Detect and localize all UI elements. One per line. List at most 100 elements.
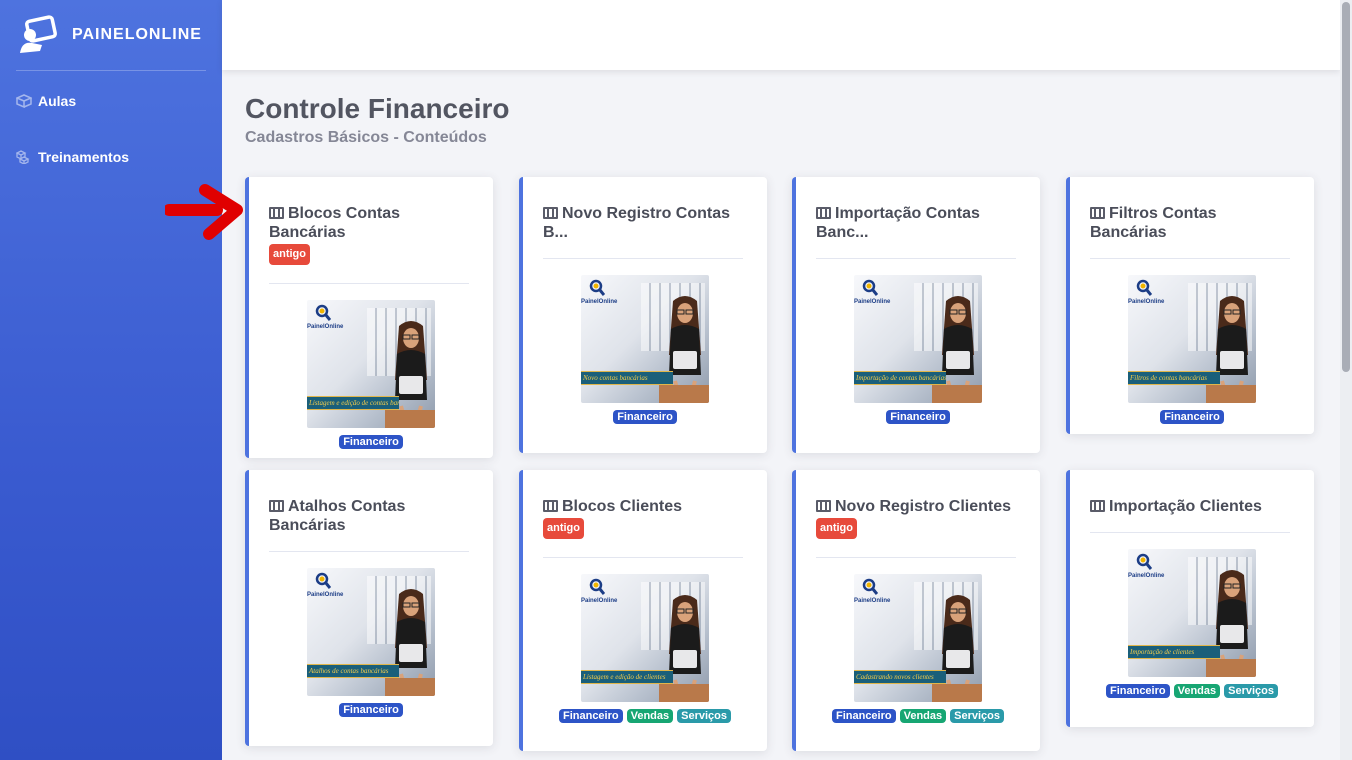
card-title: Blocos Contas Bancárias antigo xyxy=(269,204,473,265)
thumbnail-brand: PainelOnline xyxy=(581,299,618,305)
card-title: Novo Registro Contas B... xyxy=(543,204,747,242)
scroll-thumb[interactable] xyxy=(1342,2,1350,372)
badge-antigo: antigo xyxy=(269,244,310,265)
tag-servicos[interactable]: Serviços xyxy=(1224,684,1279,698)
thumbnail-banner: Importação de clientes xyxy=(1128,645,1220,659)
card-tags: Financeiro xyxy=(796,410,1040,424)
card-thumbnail[interactable]: PainelOnline Listagem e edição de contas… xyxy=(307,300,435,428)
brand-link[interactable]: PAINELONLINE xyxy=(0,0,222,70)
thumbnail-banner-text: Cadastrando novos clientes xyxy=(856,673,934,681)
card-title-text: Novo Registro Contas B... xyxy=(543,205,731,241)
card-divider xyxy=(543,258,743,259)
thumbnail-banner-text: Importação de clientes xyxy=(1130,648,1195,656)
thumbnail-banner: Listagem e edição de contas bancárias xyxy=(307,396,399,410)
sidebar-item-label: Aulas xyxy=(38,93,77,109)
card-thumbnail[interactable]: PainelOnline Novo contas bancárias xyxy=(581,275,709,403)
topbar xyxy=(222,0,1340,70)
thumbnail-banner: Listagem e edição de clientes xyxy=(581,670,673,684)
content-card[interactable]: Importação Clientes PainelOnline Importa… xyxy=(1066,470,1314,727)
thumbnail-banner-text: Listagem e edição de contas bancárias xyxy=(309,399,399,407)
card-title-text: Novo Registro Clientes xyxy=(835,498,1012,515)
thumbnail-banner-text: Novo contas bancárias xyxy=(583,374,648,382)
card-divider xyxy=(816,557,1016,558)
card-title-text: Importação Contas Banc... xyxy=(816,205,980,241)
card-title: Atalhos Contas Bancárias xyxy=(269,497,473,535)
content-card[interactable]: Atalhos Contas Bancárias PainelOnline At… xyxy=(245,470,493,746)
tag-financeiro[interactable]: Financeiro xyxy=(886,410,950,424)
content-card[interactable]: Blocos Clientes antigo PainelOnline List… xyxy=(519,470,767,751)
card-tags: Financeiro xyxy=(523,410,767,424)
card-tags: Financeiro Vendas Serviços xyxy=(1070,684,1314,698)
scrollbar[interactable] xyxy=(1340,0,1352,760)
card-tags: Financeiro xyxy=(249,435,493,449)
content-card[interactable]: Importação Contas Banc... PainelOnline I… xyxy=(792,177,1040,453)
tag-financeiro[interactable]: Financeiro xyxy=(831,709,896,723)
thumbnail-brand: PainelOnline xyxy=(307,324,344,330)
tag-financeiro[interactable]: Financeiro xyxy=(339,703,403,717)
thumbnail-banner: Novo contas bancárias xyxy=(581,371,673,385)
card-title-text: Importação Clientes xyxy=(1109,498,1262,515)
brand-name: PAINELONLINE xyxy=(72,26,202,43)
sidebar-item-aulas[interactable]: Aulas xyxy=(0,73,222,129)
thumbnail-brand: PainelOnline xyxy=(581,598,618,604)
film-icon xyxy=(269,500,284,512)
brand-logo-icon xyxy=(20,15,57,53)
card-thumbnail[interactable]: PainelOnline Importação de contas bancár… xyxy=(854,275,982,403)
cubes-icon xyxy=(16,150,30,164)
magnifier-logo-icon xyxy=(589,279,605,296)
tag-servicos[interactable]: Serviços xyxy=(677,709,732,723)
badge-antigo: antigo xyxy=(543,518,584,539)
card-thumbnail[interactable]: PainelOnline Importação de clientes xyxy=(1128,549,1256,677)
content-card[interactable]: Blocos Contas Bancárias antigo PainelOnl… xyxy=(245,177,493,458)
film-icon xyxy=(1090,500,1105,512)
card-divider xyxy=(816,258,1016,259)
thumbnail-banner-text: Importação de contas bancárias xyxy=(856,374,946,382)
card-tags: Financeiro xyxy=(249,703,493,717)
red-arrow-annotation xyxy=(165,184,243,240)
thumbnail-banner-text: Atalhos de contas bancárias xyxy=(309,667,389,675)
film-icon xyxy=(543,207,558,219)
card-divider xyxy=(269,283,469,284)
tag-financeiro[interactable]: Financeiro xyxy=(1105,684,1170,698)
film-icon xyxy=(269,207,284,219)
magnifier-logo-icon xyxy=(862,578,878,595)
tag-financeiro[interactable]: Financeiro xyxy=(558,709,623,723)
tag-vendas[interactable]: Vendas xyxy=(899,709,947,723)
magnifier-logo-icon xyxy=(315,572,331,589)
card-title-text: Blocos Contas Bancárias xyxy=(269,205,401,241)
tag-financeiro[interactable]: Financeiro xyxy=(1160,410,1224,424)
film-icon xyxy=(543,500,558,512)
card-divider xyxy=(1090,258,1290,259)
card-thumbnail[interactable]: PainelOnline Cadastrando novos clientes xyxy=(854,574,982,702)
card-divider xyxy=(1090,532,1290,533)
magnifier-logo-icon xyxy=(1136,553,1152,570)
content-card[interactable]: Filtros Contas Bancárias PainelOnline Fi… xyxy=(1066,177,1314,434)
card-tags: Financeiro xyxy=(1070,410,1314,424)
card-thumbnail[interactable]: PainelOnline Atalhos de contas bancárias xyxy=(307,568,435,696)
tag-servicos[interactable]: Serviços xyxy=(950,709,1005,723)
card-divider xyxy=(269,551,469,552)
magnifier-logo-icon xyxy=(589,578,605,595)
card-thumbnail[interactable]: PainelOnline Filtros de contas bancárias xyxy=(1128,275,1256,403)
tag-vendas[interactable]: Vendas xyxy=(1173,684,1221,698)
card-title: Importação Contas Banc... xyxy=(816,204,1020,242)
thumbnail-banner-text: Filtros de contas bancárias xyxy=(1130,374,1207,382)
film-icon xyxy=(1090,207,1105,219)
thumbnail-brand: PainelOnline xyxy=(1128,573,1165,579)
content-card[interactable]: Novo Registro Contas B... PainelOnline N… xyxy=(519,177,767,453)
card-thumbnail[interactable]: PainelOnline Listagem e edição de client… xyxy=(581,574,709,702)
tag-financeiro[interactable]: Financeiro xyxy=(613,410,677,424)
magnifier-logo-icon xyxy=(1136,279,1152,296)
page-title: Controle Financeiro xyxy=(245,93,510,124)
content-card[interactable]: Novo Registro Clientes antigo PainelOnli… xyxy=(792,470,1040,751)
tag-financeiro[interactable]: Financeiro xyxy=(339,435,403,449)
badge-antigo: antigo xyxy=(816,518,857,539)
card-tags: Financeiro Vendas Serviços xyxy=(523,709,767,723)
sidebar-divider xyxy=(16,70,206,71)
thumbnail-banner: Filtros de contas bancárias xyxy=(1128,371,1220,385)
tag-vendas[interactable]: Vendas xyxy=(626,709,674,723)
card-title-text: Blocos Clientes xyxy=(562,498,683,515)
sidebar: PAINELONLINE Aulas Treinamentos xyxy=(0,0,222,760)
cube-icon xyxy=(16,94,32,108)
sidebar-item-treinamentos[interactable]: Treinamentos xyxy=(0,129,222,185)
